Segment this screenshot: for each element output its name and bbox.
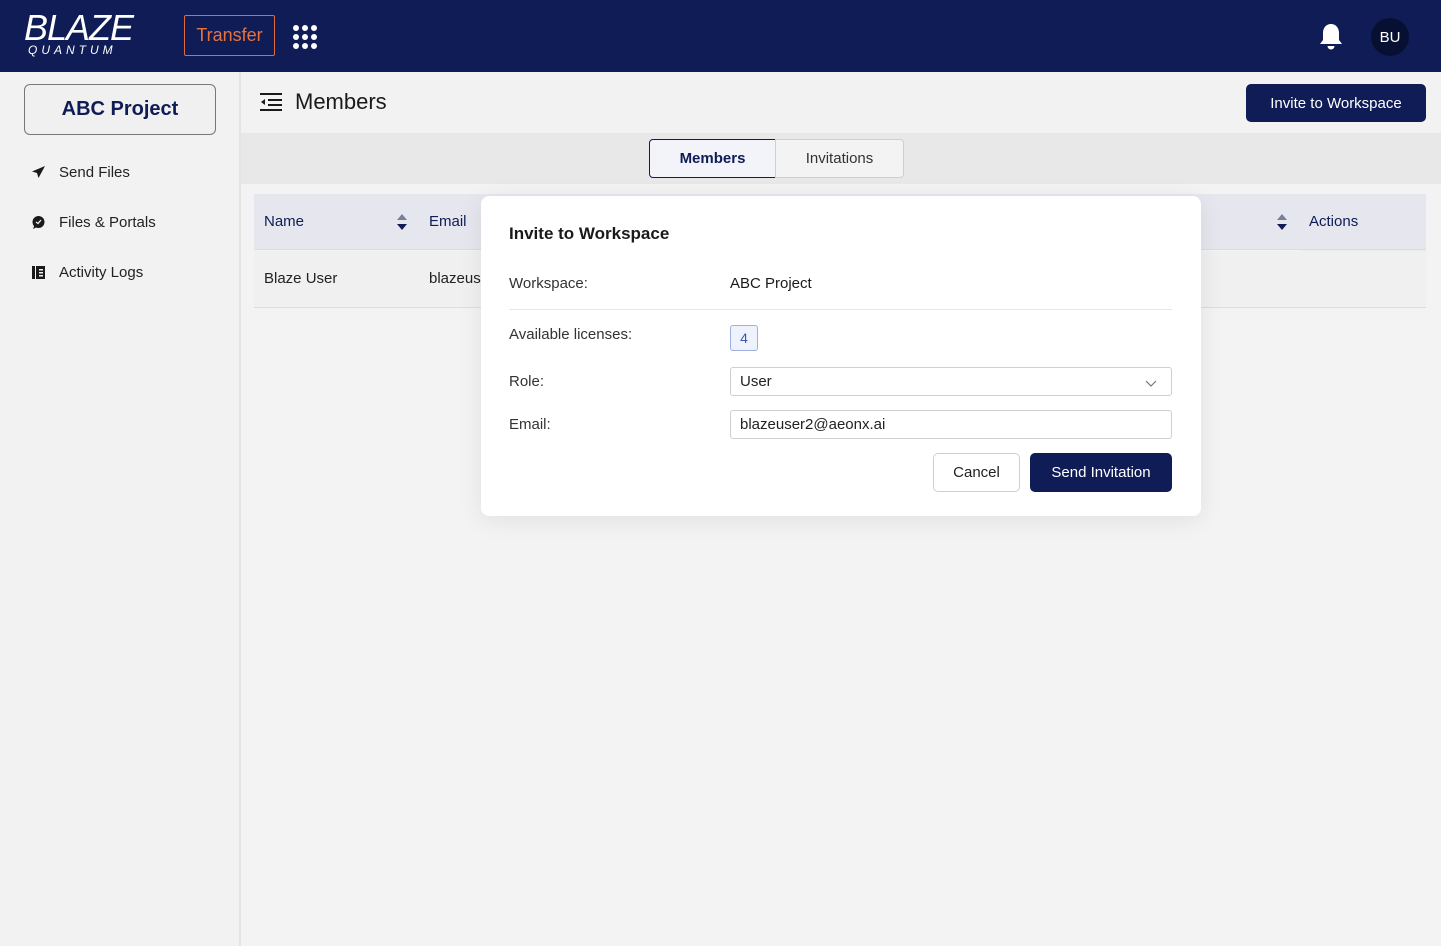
licenses-label: Available licenses:	[509, 326, 633, 343]
page-header: Members Invite to Workspace	[241, 72, 1441, 134]
send-invitation-button[interactable]: Send Invitation	[1030, 453, 1172, 492]
licenses-count-badge: 4	[730, 325, 758, 351]
column-header-email[interactable]: Email	[429, 213, 467, 230]
bell-icon[interactable]	[1318, 22, 1344, 50]
chevron-down-icon	[1145, 376, 1157, 387]
sort-icon[interactable]	[397, 214, 407, 230]
member-email: blazeus	[429, 270, 481, 287]
divider	[509, 309, 1172, 310]
sort-icon[interactable]	[1277, 214, 1287, 230]
tab-members[interactable]: Members	[649, 139, 776, 178]
role-selected-value: User	[740, 373, 772, 390]
blaze-quantum-logo[interactable]: BLAZE QUANTUM	[24, 10, 164, 60]
member-name: Blaze User	[264, 270, 338, 287]
email-label: Email:	[509, 416, 551, 433]
logs-icon	[30, 264, 46, 280]
role-label: Role:	[509, 373, 545, 390]
invite-modal: Invite to Workspace Workspace: ABC Proje…	[481, 196, 1201, 516]
tab-invitations[interactable]: Invitations	[775, 139, 904, 178]
logo-main: BLAZE	[24, 7, 134, 48]
workspace-value: ABC Project	[730, 275, 812, 292]
column-header-name[interactable]: Name	[264, 213, 304, 230]
sidebar-item-label: Activity Logs	[59, 263, 144, 281]
sidebar: ABC Project Send Files Files & Portals A…	[0, 72, 241, 946]
cancel-button[interactable]: Cancel	[933, 453, 1020, 492]
chat-icon	[30, 214, 46, 230]
user-avatar[interactable]: BU	[1371, 18, 1409, 56]
sidebar-item-label: Files & Portals	[59, 213, 156, 231]
sidebar-item-send-files[interactable]: Send Files	[30, 160, 130, 184]
workspace-label: Workspace:	[509, 275, 588, 292]
transfer-button[interactable]: Transfer	[184, 15, 275, 56]
role-select[interactable]: User	[730, 367, 1172, 396]
sidebar-item-files-portals[interactable]: Files & Portals	[30, 210, 156, 234]
invite-to-workspace-button[interactable]: Invite to Workspace	[1246, 84, 1426, 122]
modal-title: Invite to Workspace	[509, 224, 670, 243]
sidebar-item-activity-logs[interactable]: Activity Logs	[30, 260, 143, 284]
top-bar: BLAZE QUANTUM Transfer BU	[0, 0, 1441, 72]
logo-sub: QUANTUM	[28, 43, 117, 57]
column-header-actions: Actions	[1309, 213, 1359, 230]
collapse-menu-icon[interactable]	[260, 92, 282, 112]
apps-grid-icon[interactable]	[292, 24, 318, 50]
email-input[interactable]	[730, 410, 1172, 439]
sidebar-item-label: Send Files	[59, 163, 130, 181]
send-icon	[30, 164, 46, 180]
page-title: Members	[295, 89, 387, 114]
project-selector-button[interactable]: ABC Project	[24, 84, 216, 135]
